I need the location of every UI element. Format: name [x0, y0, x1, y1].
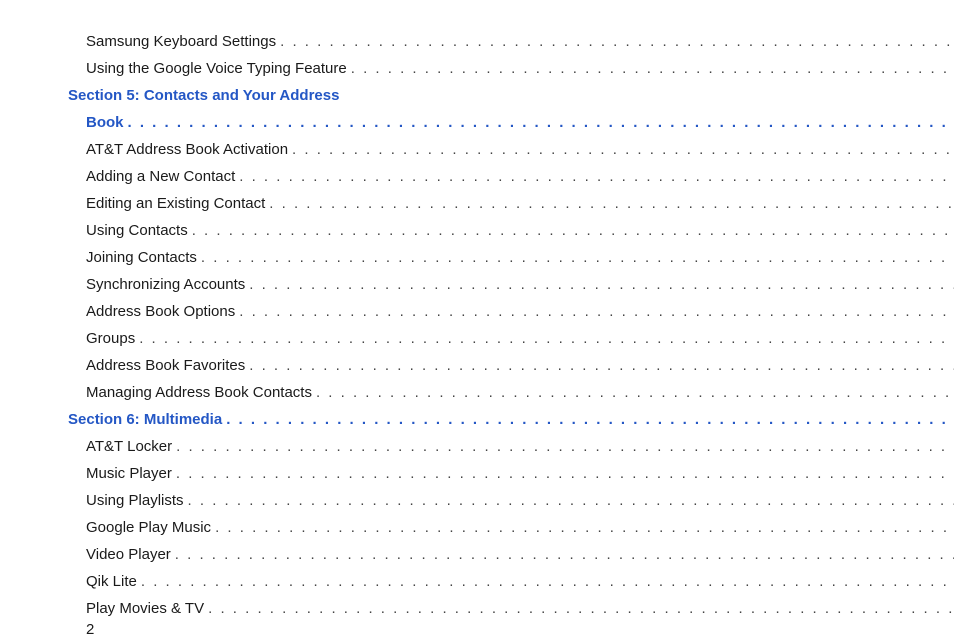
- page-number: 2: [86, 621, 94, 638]
- dot-leader: . . . . . . . . . . . . . . . . . . . . …: [192, 222, 954, 239]
- toc-entry[interactable]: Video Player . . . . . . . . . . . . . .…: [68, 541, 954, 568]
- toc-entry[interactable]: Managing Address Book Contacts . . . . .…: [68, 379, 954, 406]
- dot-leader: . . . . . . . . . . . . . . . . . . . . …: [351, 60, 954, 77]
- toc-entry-title: Play Movies & TV: [86, 595, 204, 622]
- toc-entry[interactable]: Using Contacts . . . . . . . . . . . . .…: [68, 217, 954, 244]
- toc-entry[interactable]: Editing an Existing Contact . . . . . . …: [68, 190, 954, 217]
- dot-leader: . . . . . . . . . . . . . . . . . . . . …: [141, 573, 954, 590]
- dot-leader: . . . . . . . . . . . . . . . . . . . . …: [176, 465, 954, 482]
- toc-entry-title: Using Playlists: [86, 487, 184, 514]
- dot-leader: . . . . . . . . . . . . . . . . . . . . …: [249, 276, 954, 293]
- toc-entry-title: Music Player: [86, 460, 172, 487]
- toc-entry[interactable]: Groups . . . . . . . . . . . . . . . . .…: [68, 325, 954, 352]
- toc-entry-title: Section 5: Contacts and Your Address: [68, 82, 954, 109]
- dot-leader: . . . . . . . . . . . . . . . . . . . . …: [201, 249, 954, 266]
- toc-entry[interactable]: Using Playlists . . . . . . . . . . . . …: [68, 487, 954, 514]
- dot-leader: . . . . . . . . . . . . . . . . . . . . …: [188, 492, 954, 509]
- toc-entry[interactable]: AT&T Locker . . . . . . . . . . . . . . …: [68, 433, 954, 460]
- toc-entry[interactable]: Music Player . . . . . . . . . . . . . .…: [68, 460, 954, 487]
- toc-entry[interactable]: Adding a New Contact . . . . . . . . . .…: [68, 163, 954, 190]
- dot-leader: . . . . . . . . . . . . . . . . . . . . …: [239, 168, 954, 185]
- toc-entry-title: Address Book Options: [86, 298, 235, 325]
- dot-leader: . . . . . . . . . . . . . . . . . . . . …: [128, 114, 954, 131]
- toc-page: Samsung Keyboard Settings . . . . . . . …: [0, 0, 954, 636]
- toc-entry-title: Video Player: [86, 541, 171, 568]
- toc-entry-title: Address Book Favorites: [86, 352, 245, 379]
- toc-section-header[interactable]: Section 6: Multimedia . . . . . . . . . …: [68, 406, 954, 433]
- dot-leader: . . . . . . . . . . . . . . . . . . . . …: [239, 303, 954, 320]
- toc-entry-title: Synchronizing Accounts: [86, 271, 245, 298]
- dot-leader: . . . . . . . . . . . . . . . . . . . . …: [269, 195, 954, 212]
- toc-section-header[interactable]: Section 5: Contacts and Your AddressBook…: [68, 82, 954, 136]
- toc-entry-title: Google Play Music: [86, 514, 211, 541]
- toc-entry-title: Managing Address Book Contacts: [86, 379, 312, 406]
- dot-leader: . . . . . . . . . . . . . . . . . . . . …: [215, 519, 954, 536]
- toc-entry-title: AT&T Locker: [86, 433, 172, 460]
- toc-entry-title: Editing an Existing Contact: [86, 190, 265, 217]
- dot-leader: . . . . . . . . . . . . . . . . . . . . …: [280, 33, 954, 50]
- toc-entry[interactable]: Synchronizing Accounts . . . . . . . . .…: [68, 271, 954, 298]
- toc-entry-title: Section 6: Multimedia: [68, 406, 222, 433]
- dot-leader: . . . . . . . . . . . . . . . . . . . . …: [249, 357, 954, 374]
- toc-entry-title: Groups: [86, 325, 135, 352]
- toc-entry[interactable]: Qik Lite . . . . . . . . . . . . . . . .…: [68, 568, 954, 595]
- dot-leader: . . . . . . . . . . . . . . . . . . . . …: [316, 384, 954, 401]
- toc-entry-title: AT&T Address Book Activation: [86, 136, 288, 163]
- toc-entry-title: Using Contacts: [86, 217, 188, 244]
- toc-entry-title: Adding a New Contact: [86, 163, 235, 190]
- toc-entry[interactable]: Address Book Options . . . . . . . . . .…: [68, 298, 954, 325]
- toc-entry[interactable]: Address Book Favorites . . . . . . . . .…: [68, 352, 954, 379]
- toc-entry-title: Book: [86, 109, 124, 136]
- toc-entry[interactable]: Google Play Music . . . . . . . . . . . …: [68, 514, 954, 541]
- toc-entry-title: Using the Google Voice Typing Feature: [86, 55, 347, 82]
- toc-entry[interactable]: AT&T Address Book Activation . . . . . .…: [68, 136, 954, 163]
- toc-entry[interactable]: Using the Google Voice Typing Feature . …: [68, 55, 954, 82]
- toc-entry[interactable]: Play Movies & TV . . . . . . . . . . . .…: [68, 595, 954, 622]
- toc-entry[interactable]: Samsung Keyboard Settings . . . . . . . …: [68, 28, 954, 55]
- toc-column-left: Samsung Keyboard Settings . . . . . . . …: [50, 28, 954, 626]
- dot-leader: . . . . . . . . . . . . . . . . . . . . …: [208, 600, 954, 617]
- dot-leader: . . . . . . . . . . . . . . . . . . . . …: [292, 141, 954, 158]
- toc-entry[interactable]: Joining Contacts . . . . . . . . . . . .…: [68, 244, 954, 271]
- dot-leader: . . . . . . . . . . . . . . . . . . . . …: [226, 411, 954, 428]
- toc-entry-title: Qik Lite: [86, 568, 137, 595]
- toc-entry-title: Joining Contacts: [86, 244, 197, 271]
- dot-leader: . . . . . . . . . . . . . . . . . . . . …: [175, 546, 954, 563]
- dot-leader: . . . . . . . . . . . . . . . . . . . . …: [139, 330, 954, 347]
- toc-entry-title: Samsung Keyboard Settings: [86, 28, 276, 55]
- dot-leader: . . . . . . . . . . . . . . . . . . . . …: [176, 438, 954, 455]
